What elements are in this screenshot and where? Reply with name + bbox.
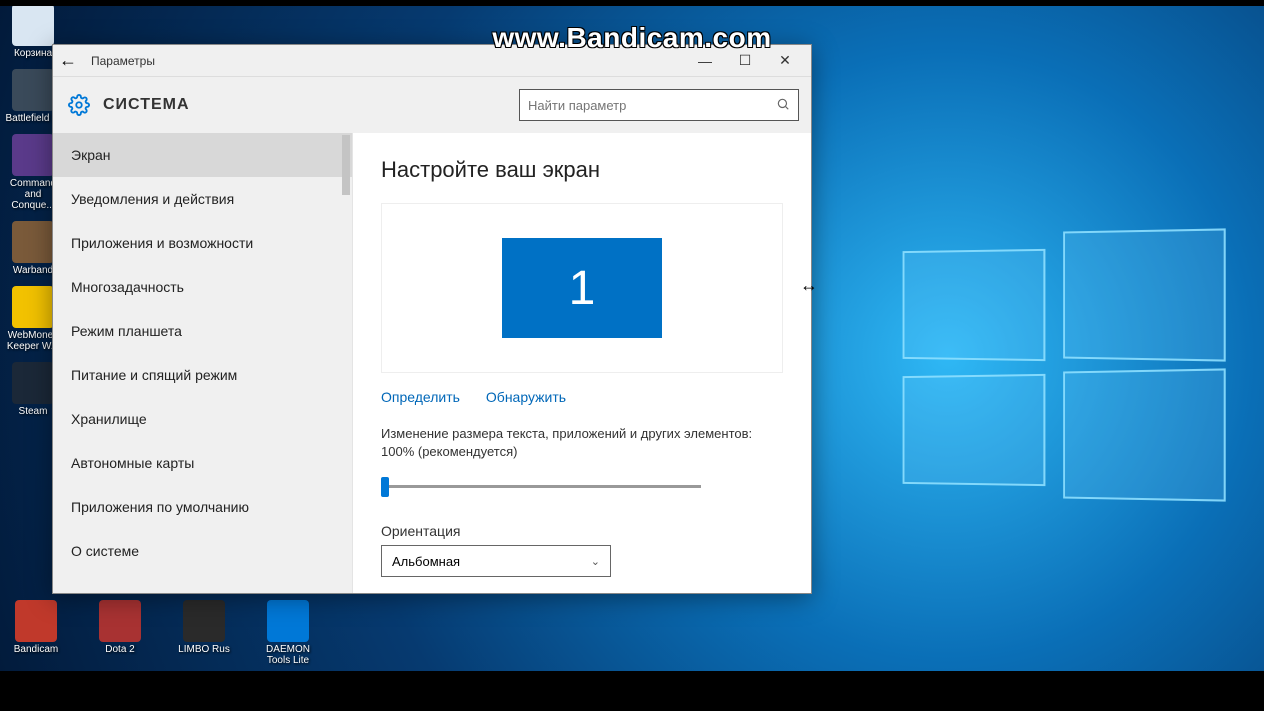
app-icon — [12, 4, 54, 46]
desktop-icon-bottom-3[interactable]: DAEMON Tools Lite — [256, 600, 320, 666]
desktop-icon-bottom-1[interactable]: Dota 2 — [88, 600, 152, 666]
app-icon — [15, 600, 57, 642]
monitor-number: 1 — [569, 261, 596, 316]
identify-link[interactable]: Определить — [381, 389, 460, 405]
window-title: Параметры — [83, 54, 685, 68]
maximize-button[interactable]: ☐ — [725, 52, 765, 69]
orientation-select[interactable]: Альбомная ⌄ — [381, 545, 611, 577]
close-button[interactable]: ✕ — [765, 52, 805, 69]
icon-label: Steam — [19, 406, 48, 417]
app-icon — [12, 69, 54, 111]
sidebar-item-5[interactable]: Питание и спящий режим — [53, 353, 352, 397]
app-icon — [99, 600, 141, 642]
slider-thumb[interactable] — [381, 477, 389, 497]
search-box[interactable] — [519, 89, 799, 121]
content-pane: Настройте ваш экран 1 Определить Обнаруж… — [353, 133, 811, 593]
search-icon — [776, 97, 790, 114]
app-icon — [12, 286, 54, 328]
icon-label: LIMBO Rus — [178, 644, 230, 655]
display-preview: 1 — [381, 203, 783, 373]
gear-icon — [65, 91, 93, 119]
settings-window: ← Параметры — ☐ ✕ СИСТЕМА — [52, 44, 812, 594]
sidebar-item-7[interactable]: Автономные карты — [53, 441, 352, 485]
detect-link[interactable]: Обнаружить — [486, 389, 566, 405]
app-icon — [267, 600, 309, 642]
sidebar-item-3[interactable]: Многозадачность — [53, 265, 352, 309]
bandicam-watermark: www.Bandicam.com — [492, 22, 771, 54]
back-button[interactable]: ← — [59, 50, 83, 71]
section-title: СИСТЕМА — [103, 96, 509, 114]
monitor-tile[interactable]: 1 — [502, 238, 662, 338]
icon-label: Warband — [13, 265, 53, 276]
sidebar-item-4[interactable]: Режим планшета — [53, 309, 352, 353]
sidebar-item-1[interactable]: Уведомления и действия — [53, 177, 352, 221]
scale-slider[interactable] — [381, 475, 701, 499]
resize-cursor-icon: ↔ — [800, 275, 818, 296]
app-icon — [12, 221, 54, 263]
icon-label: Dota 2 — [105, 644, 134, 655]
scrollbar-thumb[interactable] — [342, 135, 350, 195]
sidebar-item-8[interactable]: Приложения по умолчанию — [53, 485, 352, 529]
sidebar-item-9[interactable]: О системе — [53, 529, 352, 573]
sidebar: ЭкранУведомления и действияПриложения и … — [53, 133, 353, 593]
icon-label: Корзина — [14, 48, 52, 59]
desktop-icon-bottom-2[interactable]: LIMBO Rus — [172, 600, 236, 666]
scale-label: Изменение размера текста, приложений и д… — [381, 425, 783, 461]
app-icon — [183, 600, 225, 642]
orientation-label: Ориентация — [381, 523, 783, 539]
app-icon — [12, 362, 54, 404]
app-icon — [12, 134, 54, 176]
icon-label: DAEMON Tools Lite — [256, 644, 320, 666]
chevron-down-icon: ⌄ — [591, 555, 600, 568]
page-heading: Настройте ваш экран — [381, 157, 783, 183]
search-input[interactable] — [528, 98, 776, 113]
letterbox-bottom — [0, 671, 1264, 711]
header-row: СИСТЕМА — [53, 77, 811, 133]
sidebar-item-0[interactable]: Экран — [53, 133, 352, 177]
minimize-button[interactable]: — — [685, 53, 725, 69]
desktop-icons-row: Bandicam Dota 2 LIMBO Rus DAEMON Tools Lite — [4, 600, 320, 666]
orientation-value: Альбомная — [392, 554, 460, 569]
letterbox-top — [0, 0, 1264, 6]
windows-logo — [900, 230, 1220, 490]
sidebar-item-6[interactable]: Хранилище — [53, 397, 352, 441]
desktop-wallpaper: КорзинаBattlefield ...Command and Conque… — [0, 0, 1264, 711]
slider-track — [381, 485, 701, 488]
desktop-icon-bottom-0[interactable]: Bandicam — [4, 600, 68, 666]
sidebar-item-2[interactable]: Приложения и возможности — [53, 221, 352, 265]
icon-label: Bandicam — [14, 644, 58, 655]
